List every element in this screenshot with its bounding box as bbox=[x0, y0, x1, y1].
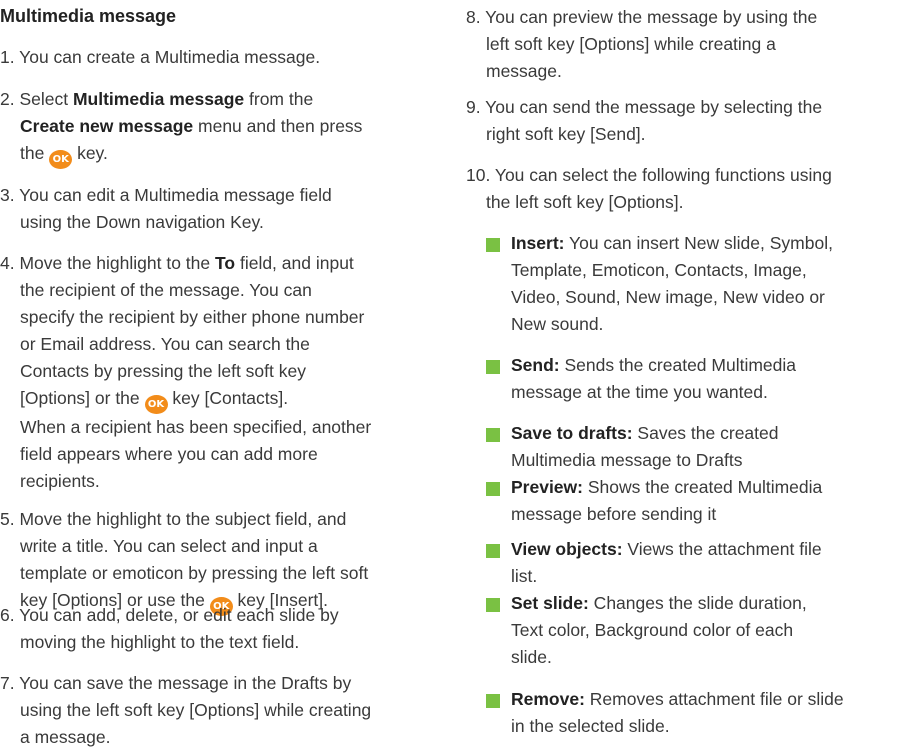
green-square-bullet-icon bbox=[486, 428, 500, 442]
step-4: 4. Move the highlight to the To field, a… bbox=[0, 253, 372, 491]
option-label: Remove: bbox=[511, 689, 585, 709]
step-10: 10. You can select the following functio… bbox=[466, 165, 832, 212]
option-text: View objects: Views the attachment file l… bbox=[511, 536, 917, 590]
green-square-bullet-icon bbox=[486, 544, 500, 558]
option-first-line: Send: Sends the created Multimedia bbox=[511, 355, 797, 375]
option-text: Save to drafts: Saves the created Multime… bbox=[511, 420, 917, 474]
option-line: Multimedia message to Drafts bbox=[511, 450, 743, 470]
manual-page: Multimedia message 1. You can create a M… bbox=[0, 0, 917, 747]
option-line: New sound. bbox=[511, 314, 604, 334]
option-label: Preview: bbox=[511, 477, 583, 497]
green-square-bullet-icon bbox=[486, 694, 500, 708]
option-first-line: Set slide: Changes the slide duration, bbox=[511, 593, 807, 613]
option-line: list. bbox=[511, 566, 538, 586]
step-1: 1. You can create a Multimedia message. bbox=[0, 47, 321, 67]
green-square-bullet-icon bbox=[486, 238, 500, 252]
green-square-bullet-icon bbox=[486, 360, 500, 374]
option-text: Preview: Shows the created Multimedia mes… bbox=[511, 474, 917, 528]
option-label: View objects: bbox=[511, 539, 623, 559]
option-label: Set slide: bbox=[511, 593, 589, 613]
green-square-bullet-icon bbox=[486, 482, 500, 496]
option-line: Template, Emoticon, Contacts, Image, bbox=[511, 260, 807, 280]
option-text: Send: Sends the created Multimedia messag… bbox=[511, 352, 917, 406]
option-text: Set slide: Changes the slide duration, Te… bbox=[511, 590, 917, 671]
option-line: in the selected slide. bbox=[511, 716, 670, 736]
step-3: 3. You can edit a Multimedia message fie… bbox=[0, 185, 332, 232]
ok-key-icon: OK bbox=[144, 395, 168, 414]
step-8: 8. You can preview the message by using … bbox=[466, 7, 818, 81]
step-6: 6. You can add, delete, or edit each sli… bbox=[0, 605, 339, 652]
step-5: 5. Move the highlight to the subject fie… bbox=[0, 506, 368, 616]
option-line: slide. bbox=[511, 647, 552, 667]
option-first-line: Save to drafts: Saves the created bbox=[511, 423, 779, 443]
step-7: 7. You can save the message in the Draft… bbox=[0, 673, 372, 747]
step-2: 2. Select Multimedia message from the Cr… bbox=[0, 86, 362, 169]
option-text: Remove: Removes attachment file or slide… bbox=[511, 686, 917, 740]
option-label: Insert: bbox=[511, 233, 565, 253]
ok-key-icon: OK bbox=[49, 150, 73, 169]
option-label: Save to drafts: bbox=[511, 423, 633, 443]
option-label: Send: bbox=[511, 355, 560, 375]
option-line: message at the time you wanted. bbox=[511, 382, 768, 402]
option-line: Video, Sound, New image, New video or bbox=[511, 287, 825, 307]
option-line: message before sending it bbox=[511, 504, 717, 524]
option-first-line: Preview: Shows the created Multimedia bbox=[511, 477, 823, 497]
option-line: Text color, Background color of each bbox=[511, 620, 794, 640]
option-first-line: Insert: You can insert New slide, Symbol… bbox=[511, 233, 833, 253]
green-square-bullet-icon bbox=[486, 598, 500, 612]
option-first-line: Remove: Removes attachment file or slide bbox=[511, 689, 844, 709]
option-text: Insert: You can insert New slide, Symbol… bbox=[511, 230, 917, 338]
step-9: 9. You can send the message by selecting… bbox=[466, 97, 823, 144]
option-first-line: View objects: Views the attachment file bbox=[511, 539, 822, 559]
section-title: Multimedia message bbox=[0, 6, 177, 26]
